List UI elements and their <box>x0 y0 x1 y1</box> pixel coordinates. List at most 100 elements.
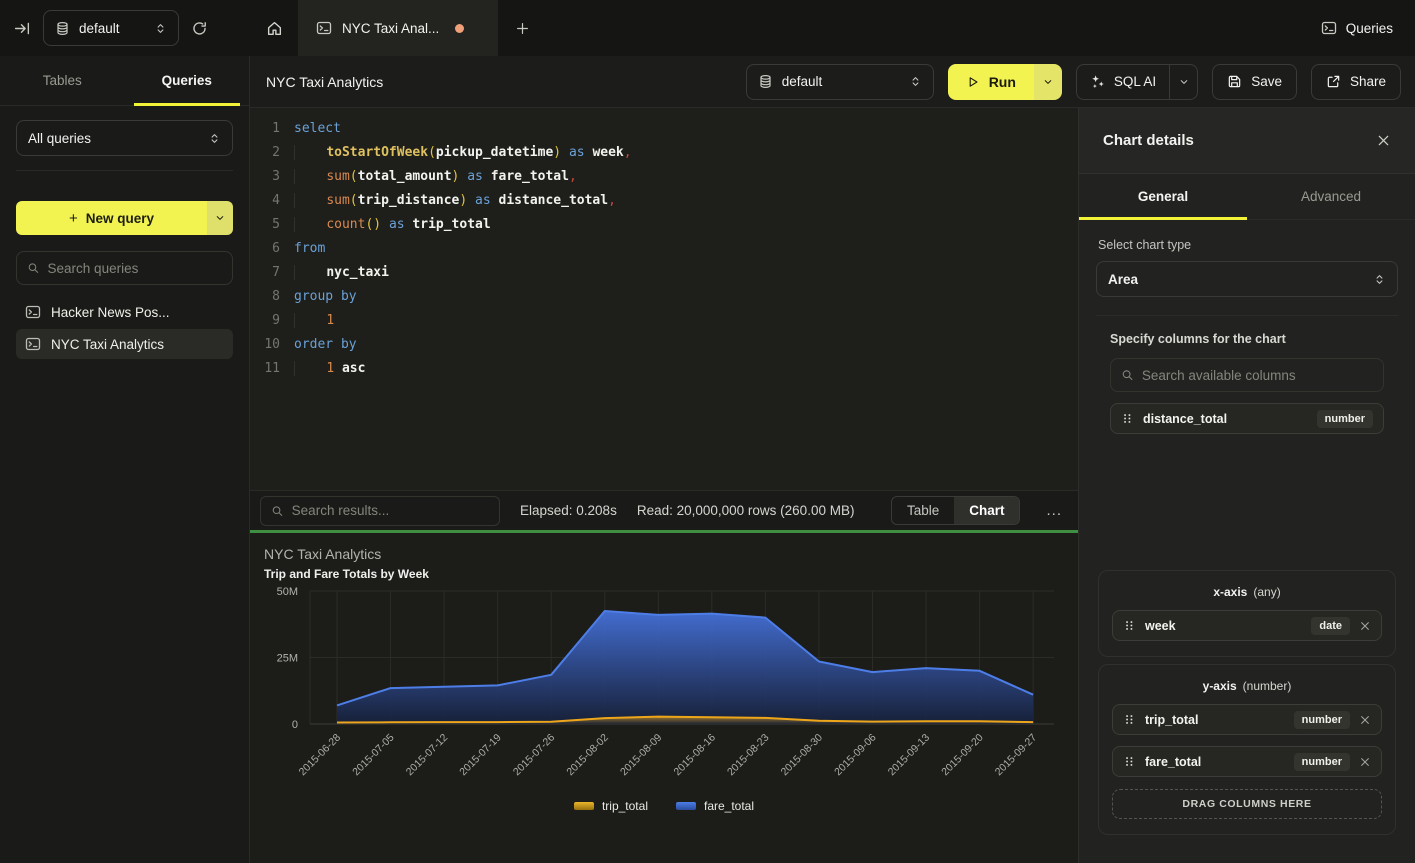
code-line[interactable]: 9 1 <box>250 309 1078 333</box>
code-line[interactable]: 4 sum(trip_distance) as distance_total, <box>250 189 1078 213</box>
x-axis-column-chip[interactable]: week date <box>1112 610 1382 641</box>
sidebar-tab-queries[interactable]: Queries <box>125 56 250 105</box>
columns-search-field[interactable] <box>1110 358 1384 392</box>
code-line[interactable]: 6from <box>250 237 1078 261</box>
results-search-input[interactable] <box>292 503 489 518</box>
code-text: nyc_taxi <box>294 261 389 285</box>
panel-divider <box>1096 315 1398 316</box>
svg-text:25M: 25M <box>277 653 298 665</box>
panel-tab-general[interactable]: General <box>1079 174 1247 219</box>
sql-ai-dropdown-button[interactable] <box>1169 65 1197 99</box>
panel-tab-advanced[interactable]: Advanced <box>1247 174 1415 219</box>
legend-item[interactable]: trip_total <box>574 799 648 813</box>
columns-block: Specify columns for the chart distance_t… <box>1110 332 1384 434</box>
legend-swatch <box>676 802 696 810</box>
run-split-button: Run <box>948 64 1062 100</box>
collapse-sidebar-icon[interactable] <box>14 20 31 37</box>
remove-column-button[interactable] <box>1359 620 1371 632</box>
queries-menu-button[interactable]: Queries <box>1299 0 1415 56</box>
code-line[interactable]: 2 toStartOfWeek(pickup_datetime) as week… <box>250 141 1078 165</box>
area-chart[interactable]: 025M50M2015-06-282015-07-052015-07-12201… <box>264 585 1076 797</box>
top-bar: default NYC Taxi Anal... Queries <box>0 0 1415 56</box>
sql-ai-split-button: SQL AI <box>1076 64 1198 100</box>
sql-editor[interactable]: 1select2 toStartOfWeek(pickup_datetime) … <box>250 108 1078 490</box>
database-selector[interactable]: default <box>43 10 179 46</box>
sidebar-tab-tables[interactable]: Tables <box>0 56 125 105</box>
svg-text:2015-08-16: 2015-08-16 <box>672 732 719 779</box>
code-line[interactable]: 5 count() as trip_total <box>250 213 1078 237</box>
svg-text:2015-08-23: 2015-08-23 <box>725 732 772 779</box>
refresh-icon[interactable] <box>191 20 208 37</box>
line-number: 3 <box>250 165 294 189</box>
drag-columns-dropzone[interactable]: DRAG COLUMNS HERE <box>1112 789 1382 819</box>
drag-handle-icon[interactable] <box>1123 755 1136 768</box>
query-filter-select[interactable]: All queries <box>16 120 233 156</box>
read-stat: Read: 20,000,000 rows (260.00 MB) <box>637 503 855 518</box>
sql-ai-button[interactable]: SQL AI <box>1077 65 1169 99</box>
new-tab-button[interactable] <box>498 0 546 56</box>
columns-search-input[interactable] <box>1142 368 1373 383</box>
run-button[interactable]: Run <box>948 64 1034 100</box>
drag-handle-icon[interactable] <box>1123 713 1136 726</box>
remove-column-button[interactable] <box>1359 756 1371 768</box>
code-line[interactable]: 11 1 asc <box>250 357 1078 381</box>
svg-text:2015-08-30: 2015-08-30 <box>779 732 826 779</box>
legend-item[interactable]: fare_total <box>676 799 754 813</box>
sidebar-tabs: Tables Queries <box>0 56 249 106</box>
remove-column-button[interactable] <box>1359 714 1371 726</box>
code-line[interactable]: 1select <box>250 117 1078 141</box>
code-text: sum(total_amount) as fare_total, <box>294 165 577 189</box>
code-line[interactable]: 3 sum(total_amount) as fare_total, <box>250 165 1078 189</box>
chart-details-panel: Chart details General Advanced Select ch… <box>1078 108 1415 863</box>
column-name: fare_total <box>1145 755 1201 769</box>
chart-type-select[interactable]: Area <box>1096 261 1398 297</box>
panel-header: Chart details <box>1079 108 1415 174</box>
available-column-chip[interactable]: distance_total number <box>1110 403 1384 434</box>
query-search-field[interactable] <box>16 251 233 285</box>
drag-handle-icon[interactable] <box>1121 412 1134 425</box>
y-axis-column-chip[interactable]: fare_total number <box>1112 746 1382 777</box>
view-toggle-chart[interactable]: Chart <box>954 497 1019 524</box>
y-axis-column-chip[interactable]: trip_total number <box>1112 704 1382 735</box>
view-toggle-table[interactable]: Table <box>892 497 954 524</box>
drag-handle-icon[interactable] <box>1123 619 1136 632</box>
query-filter-value: All queries <box>28 131 199 146</box>
saved-query-list: Hacker News Pos... NYC Taxi Analytics <box>16 297 233 359</box>
results-search-field[interactable] <box>260 496 500 526</box>
saved-query-item-active[interactable]: NYC Taxi Analytics <box>16 329 233 359</box>
play-icon <box>966 75 980 89</box>
workspace: 1select2 toStartOfWeek(pickup_datetime) … <box>250 108 1078 863</box>
saved-query-label: Hacker News Pos... <box>51 305 170 320</box>
column-type-badge: number <box>1294 753 1350 771</box>
columns-label: Specify columns for the chart <box>1110 332 1384 346</box>
tab-label: NYC Taxi Anal... <box>342 21 439 36</box>
new-query-dropdown-button[interactable] <box>207 201 233 235</box>
database-icon <box>758 74 773 89</box>
query-terminal-icon <box>25 336 41 352</box>
plus-icon <box>515 21 530 36</box>
column-name: trip_total <box>1145 713 1198 727</box>
home-tab-button[interactable] <box>250 0 298 56</box>
code-line[interactable]: 7 nyc_taxi <box>250 261 1078 285</box>
updown-chevrons-icon <box>154 22 167 35</box>
new-query-button[interactable]: + New query <box>16 201 207 235</box>
x-axis-zone: x-axis(any) week date <box>1098 570 1396 657</box>
main-frame: Tables Queries All queries + New query <box>0 56 1415 863</box>
query-search-input[interactable] <box>48 261 222 276</box>
search-icon <box>1121 368 1134 382</box>
code-text: from <box>294 237 325 261</box>
line-number: 11 <box>250 357 294 381</box>
close-icon <box>1359 756 1371 768</box>
more-options-button[interactable]: ... <box>1040 502 1068 519</box>
svg-text:2015-09-13: 2015-09-13 <box>886 732 933 779</box>
share-button[interactable]: Share <box>1311 64 1401 100</box>
saved-query-item[interactable]: Hacker News Pos... <box>16 297 233 327</box>
save-button[interactable]: Save <box>1212 64 1297 100</box>
saved-query-label: NYC Taxi Analytics <box>51 337 164 352</box>
run-options-button[interactable] <box>1034 64 1062 100</box>
code-line[interactable]: 10order by <box>250 333 1078 357</box>
tab-nyc-taxi-analytics[interactable]: NYC Taxi Anal... <box>298 0 498 56</box>
toolbar-database-selector[interactable]: default <box>746 64 934 100</box>
code-line[interactable]: 8group by <box>250 285 1078 309</box>
close-panel-button[interactable] <box>1376 133 1391 148</box>
